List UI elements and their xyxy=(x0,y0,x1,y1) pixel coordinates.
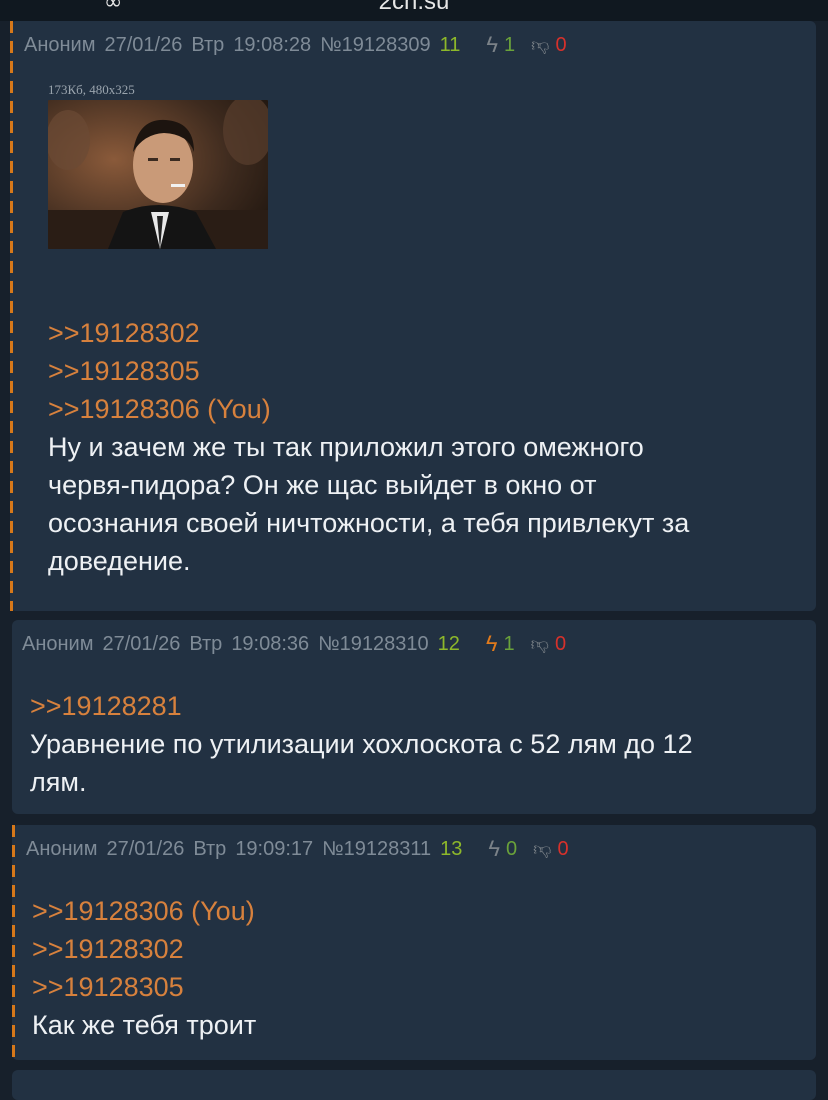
reply-link[interactable]: >>19128281 xyxy=(30,687,693,725)
attached-image-picture xyxy=(48,100,268,249)
post-weekday: Втр xyxy=(189,632,223,655)
post-body: >>19128281 Уравнение по утилизации хохло… xyxy=(30,687,693,801)
like-count: 0 xyxy=(506,837,518,860)
like-count: 1 xyxy=(503,632,515,655)
reply-link[interactable]: >>19128302 xyxy=(32,930,256,968)
post-text-line: лям. xyxy=(30,767,87,797)
post-author: Аноним xyxy=(26,837,98,860)
reply-link[interactable]: >>19128306 (You) xyxy=(32,892,256,930)
post-index: 11 xyxy=(439,33,461,56)
lightning-icon[interactable]: ϟ xyxy=(488,836,500,862)
post-text-line: Как же тебя троит xyxy=(32,1010,257,1040)
post-time: 19:09:17 xyxy=(235,837,314,860)
post-number[interactable]: №19128309 xyxy=(320,34,430,57)
post-number[interactable]: №19128311 xyxy=(322,838,431,861)
post-text-line: Ну и зачем же ты так приложил этого омеж… xyxy=(48,432,644,462)
top-bar: ∞ 2ch.su xyxy=(0,0,828,21)
post-text-line: осознания своей ничтожности, а тебя прив… xyxy=(48,508,690,538)
post-date: 27/01/26 xyxy=(106,837,185,860)
post-body: >>19128306 (You) >>19128302 >>19128305 К… xyxy=(32,892,256,1044)
post: Аноним 27/01/26 Втр 19:09:17 №19128311 1… xyxy=(12,825,816,1060)
post-time: 19:08:36 xyxy=(231,632,310,655)
reply-link[interactable]: >>19128306 (You) xyxy=(48,390,689,428)
dislike-count: 0 xyxy=(557,837,569,860)
post-index: 12 xyxy=(437,632,460,655)
post-time: 19:08:28 xyxy=(233,33,312,56)
post-date: 27/01/26 xyxy=(104,33,183,56)
post-number[interactable]: №19128310 xyxy=(318,633,428,656)
post-weekday: Втр xyxy=(191,33,225,56)
post-weekday: Втр xyxy=(193,837,227,860)
post-author: Аноним xyxy=(24,33,96,56)
post xyxy=(12,1070,816,1100)
post-header: Аноним 27/01/26 Втр 19:08:28 №19128309 1… xyxy=(24,32,576,58)
post: Аноним 27/01/26 Втр 19:08:28 №19128309 1… xyxy=(10,21,816,611)
post-text-line: Уравнение по утилизации хохлоскота с 52 … xyxy=(30,729,693,759)
dislike-count: 0 xyxy=(555,33,567,56)
you-marker-stripe xyxy=(10,21,13,611)
post-text-line: червя-пидора? Он же щас выйдет в окно от xyxy=(48,470,597,500)
reply-link[interactable]: >>19128305 xyxy=(48,352,689,390)
post-text-line: доведение. xyxy=(48,546,191,576)
post-header: Аноним 27/01/26 Втр 19:09:17 №19128311 1… xyxy=(26,836,578,862)
site-title: 2ch.su xyxy=(378,0,450,15)
post-index: 13 xyxy=(440,837,463,860)
reply-link[interactable]: >>19128305 xyxy=(32,968,256,1006)
post-date: 27/01/26 xyxy=(102,632,181,655)
you-marker-stripe xyxy=(12,825,15,1060)
post: Аноним 27/01/26 Втр 19:08:36 №19128310 1… xyxy=(12,620,816,814)
post-header: Аноним 27/01/26 Втр 19:08:36 №19128310 1… xyxy=(22,631,575,657)
post-author: Аноним xyxy=(22,632,94,655)
reply-link[interactable]: >>19128302 xyxy=(48,314,689,352)
like-count: 1 xyxy=(504,33,516,56)
post-body: >>19128302 >>19128305 >>19128306 (You) Н… xyxy=(48,314,689,580)
attached-image[interactable] xyxy=(48,100,268,249)
lightning-icon[interactable]: ϟ xyxy=(486,32,498,58)
thumbs-down-icon[interactable]: 👎︎ xyxy=(531,633,549,655)
file-info: 173Кб, 480x325 xyxy=(48,82,135,97)
thumbs-down-icon[interactable]: 👎︎ xyxy=(533,838,551,860)
dislike-count: 0 xyxy=(554,632,567,655)
thumbs-down-icon[interactable]: 👎︎ xyxy=(531,34,549,56)
lightning-icon[interactable]: ϟ xyxy=(486,631,498,657)
